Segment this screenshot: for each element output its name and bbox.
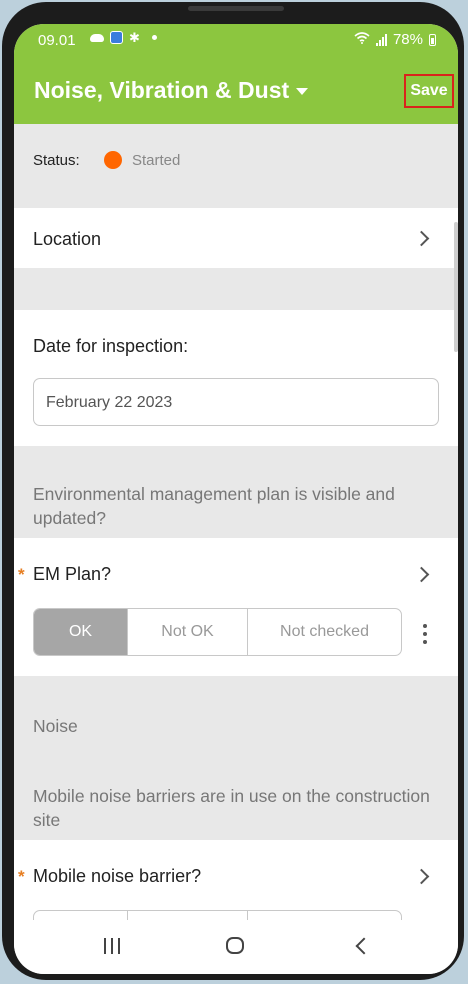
home-icon[interactable] (226, 937, 244, 954)
inspection-date-label: Date for inspection: (33, 336, 189, 356)
dropdown-caret-icon[interactable] (296, 88, 308, 95)
scrollbar[interactable] (454, 222, 458, 352)
battery-percent: 78% (392, 31, 423, 48)
recents-icon[interactable] (104, 938, 120, 954)
phone-frame: 09.01 ✱ 78% Noise, Vibration & Dust Save (2, 2, 464, 980)
status-bar: 09.01 ✱ 78% (14, 24, 458, 58)
em-plan-row: * EM Plan? OK Not OK Not checked (14, 538, 458, 676)
chevron-right-icon[interactable] (413, 566, 430, 583)
system-nav-bar (14, 920, 458, 974)
app-notification-icon (110, 31, 123, 44)
notification-icons: ✱ (90, 31, 157, 44)
more-vertical-icon[interactable] (423, 624, 427, 648)
status-time: 09.01 (38, 32, 76, 49)
wifi-icon (354, 32, 370, 47)
gear-icon: ✱ (129, 30, 140, 45)
required-marker: * (18, 565, 25, 584)
inspection-date-row: Date for inspection: February 22 2023 (14, 310, 458, 446)
battery-icon (429, 33, 436, 46)
noise-barrier-label[interactable]: Mobile noise barrier? (33, 866, 201, 887)
em-plan-label[interactable]: EM Plan? (33, 564, 111, 585)
chevron-right-icon[interactable] (413, 868, 430, 885)
cloud-icon (90, 33, 104, 42)
screen: 09.01 ✱ 78% Noise, Vibration & Dust Save (14, 24, 458, 974)
page-title[interactable]: Noise, Vibration & Dust (34, 77, 289, 104)
em-section-question: Environmental management plan is visible… (33, 484, 395, 528)
save-button[interactable]: Save (404, 74, 454, 108)
em-plan-segmented-control: OK Not OK Not checked (33, 608, 402, 656)
more-notifications-dot-icon (151, 35, 157, 40)
phone-speaker (188, 6, 284, 11)
system-icons: 78% (354, 31, 436, 48)
status-row: Status: Started (14, 124, 458, 208)
location-label: Location (33, 229, 102, 249)
signal-icon (375, 33, 387, 46)
option-not-ok[interactable]: Not OK (128, 609, 248, 655)
status-value: Started (132, 152, 181, 169)
status-label: Status: (33, 152, 80, 169)
option-ok[interactable]: OK (34, 609, 128, 655)
noise-section-title: Noise (33, 716, 78, 736)
location-row[interactable]: Location (14, 208, 458, 268)
inspection-date-field[interactable]: February 22 2023 (33, 378, 439, 426)
app-header: Noise, Vibration & Dust Save (14, 58, 458, 124)
noise-section-question: Mobile noise barriers are in use on the … (33, 786, 430, 830)
chevron-right-icon (413, 230, 430, 247)
required-marker: * (18, 867, 25, 886)
back-icon[interactable] (355, 937, 373, 955)
option-not-checked[interactable]: Not checked (248, 609, 401, 655)
status-indicator-icon (104, 151, 122, 169)
